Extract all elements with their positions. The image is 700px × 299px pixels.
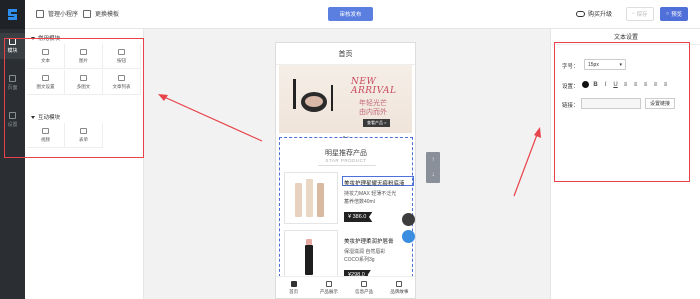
phone-call-float-icon[interactable] (402, 213, 415, 226)
person-icon (396, 280, 403, 287)
annotation-box-modules (4, 38, 144, 158)
divider (318, 165, 376, 166)
lip-balm-graphic (305, 245, 313, 275)
preview-button[interactable]: ○ 预览 (660, 7, 688, 21)
product-desc: COCO系列3g (344, 257, 375, 263)
banner-slogan-2: 由内而外 (359, 109, 387, 116)
product-price: ¥ 386.0 (344, 212, 373, 222)
product-image (284, 172, 338, 224)
bottle-graphic (295, 183, 302, 217)
product-desc: 持妆力MAX 轻薄不泛光 (344, 191, 397, 197)
product-desc: 保湿滋润 自然唇彩 (344, 249, 386, 255)
upgrade-link[interactable]: 购买升级 (576, 9, 612, 18)
move-up-icon[interactable]: ↑ (432, 157, 435, 163)
product-image (284, 230, 338, 282)
product-name: 美妆护理星耀无痕粉底液 (344, 181, 405, 187)
grid-icon (325, 280, 332, 287)
tab-info[interactable]: 信息产品 (347, 277, 382, 298)
product-card[interactable]: 美妆护理星耀无痕粉底液 持妆力MAX 轻薄不泛光 蓄养倍数40ml ¥ 386.… (284, 172, 414, 224)
bottle-graphic (306, 179, 313, 217)
recommend-subtitle: STAR PRODUCT (325, 158, 367, 163)
logo-icon (8, 9, 17, 20)
phone-tab-bar: 首页 产品展示 信息产品 品牌故事 (276, 276, 415, 298)
lipstick-graphic (293, 79, 296, 109)
tab-products[interactable]: 产品展示 (311, 277, 346, 298)
save-button[interactable]: ▫ 保存 (626, 7, 654, 21)
cushion-compact-graphic (301, 92, 327, 112)
eyeliner-graphic (331, 85, 333, 111)
banner-arrival-text: ARRIVAL (351, 86, 397, 96)
banner-view-button[interactable]: 查看产品 > (363, 119, 391, 127)
save-icon: ▫ (632, 11, 635, 17)
search-icon: ○ (665, 11, 670, 17)
template-icon (83, 9, 91, 18)
tab-home[interactable]: 首页 (276, 277, 311, 298)
change-template-link[interactable]: 更换模板 (83, 9, 119, 18)
app-logo (0, 0, 25, 29)
cloud-icon (576, 10, 585, 17)
recommend-title: 明星推荐产品 (325, 150, 367, 157)
move-down-icon[interactable]: ↓ (432, 172, 435, 178)
app-float-icon[interactable] (402, 230, 415, 243)
manage-miniprogram-link[interactable]: 管理小程序 (36, 9, 78, 18)
publish-button[interactable]: 审核发布 (328, 7, 373, 21)
lip-balm-tip-graphic (306, 239, 312, 245)
page-title: 首页 (276, 43, 415, 65)
grid-icon (36, 9, 44, 18)
phone-preview: 首页 NEW ARRIVAL 年轻光芒 由内而外 查看产品 > 明星推荐产品 S… (275, 42, 416, 299)
product-card[interactable]: 美妆护理柔润护唇膏 保湿滋润 自然唇彩 COCO系列3g ¥298.0 (284, 230, 410, 282)
module-move-tools: ↑ ↓ (426, 152, 440, 183)
annotation-box-settings (554, 42, 690, 182)
home-icon (290, 280, 297, 287)
product-name: 美妆护理柔润护唇膏 (344, 239, 394, 245)
banner-image[interactable]: NEW ARRIVAL 年轻光芒 由内而外 查看产品 > (279, 65, 412, 133)
top-bar: 管理小程序 更换模板 审核发布 购买升级 ▫ 保存 ○ 预览 (0, 0, 700, 29)
bottle-graphic (317, 183, 324, 217)
product-desc: 蓄养倍数40ml (344, 199, 375, 205)
grid-icon (361, 280, 368, 287)
recommend-section[interactable]: 明星推荐产品 STAR PRODUCT 美妆护理星耀无痕粉底液 持妆力MAX 轻… (279, 137, 414, 282)
tab-brand-story[interactable]: 品牌故事 (382, 277, 415, 298)
